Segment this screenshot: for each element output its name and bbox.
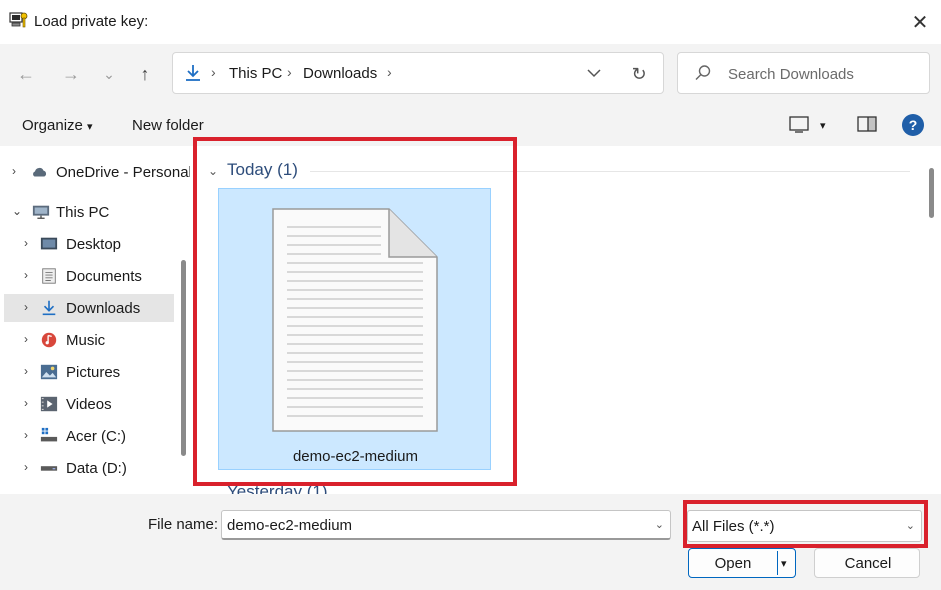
sidebar-item-label: Downloads [66, 300, 141, 317]
chevron-right-icon[interactable]: › [24, 300, 34, 314]
recent-locations-button[interactable]: ⌄ [96, 61, 122, 87]
chevron-down-icon: ▾ [87, 121, 93, 133]
chevron-right-icon[interactable]: › [24, 268, 34, 282]
search-icon [695, 65, 711, 80]
back-button[interactable]: ← [13, 61, 39, 87]
music-icon [41, 332, 57, 348]
chevron-right-icon[interactable]: › [24, 460, 34, 474]
sidebar-item-downloads[interactable]: › Downloads [4, 294, 174, 322]
breadcrumb-downloads[interactable]: Downloads [303, 65, 377, 82]
title-bar: Load private key: ✕ [0, 0, 941, 44]
help-icon: ? [908, 117, 918, 133]
putty-key-icon [9, 12, 28, 28]
chevron-down-icon[interactable]: ⌄ [655, 518, 664, 531]
computer-icon [32, 205, 50, 219]
sidebar-item-label: Acer (C:) [66, 428, 126, 445]
filename-value[interactable]: demo-ec2-medium [227, 517, 352, 534]
sidebar-scrollbar[interactable] [181, 260, 186, 456]
desktop-icon [40, 237, 58, 250]
close-icon: ✕ [911, 11, 929, 34]
forward-button[interactable]: → [58, 61, 84, 87]
sidebar-item-label: Pictures [66, 364, 121, 381]
drive-icon [40, 466, 58, 471]
breadcrumb-this-pc[interactable]: This PC [229, 65, 282, 82]
sidebar-item-label: Desktop [66, 236, 122, 253]
open-button-label: Open [714, 555, 752, 572]
documents-icon [42, 268, 56, 284]
sidebar-item-label: Data (D:) [66, 460, 127, 477]
sidebar-item-onedrive[interactable]: › OneDrive - Personal [4, 158, 192, 186]
sidebar-item-videos[interactable]: › Videos [4, 390, 174, 418]
search-placeholder: Search Downloads [728, 66, 854, 83]
chevron-down-icon [587, 69, 601, 78]
chevron-down-icon[interactable]: ▾ [820, 119, 826, 132]
chevron-down-icon: ⌄ [103, 65, 115, 82]
view-options-button[interactable] [789, 116, 809, 137]
window-title: Load private key: [34, 13, 149, 30]
drive-icon [40, 427, 58, 442]
preview-pane-button[interactable] [857, 116, 877, 135]
filename-input[interactable]: demo-ec2-medium ⌄ [221, 510, 671, 540]
navigation-pane: › OneDrive - Personal ⌄ This PC › Deskto… [0, 146, 192, 494]
open-button[interactable]: Open ▾ [688, 548, 796, 578]
sidebar-item-label: Music [66, 332, 106, 349]
sidebar-item-pictures[interactable]: › Pictures [4, 358, 174, 386]
breadcrumb-separator: › [387, 64, 392, 80]
pictures-icon [40, 364, 58, 380]
highlight-box-filter [683, 500, 928, 548]
chevron-down-icon[interactable]: ⌄ [12, 204, 22, 218]
sidebar-item-label: This PC [56, 204, 110, 221]
sidebar-item-label: OneDrive - Personal [56, 164, 192, 181]
sidebar-item-music[interactable]: › Music [4, 326, 174, 354]
address-bar[interactable]: › This PC › Downloads › ↻ [172, 52, 664, 94]
content-scrollbar[interactable] [922, 146, 941, 494]
highlight-box-file [193, 137, 517, 486]
cloud-icon [33, 167, 47, 177]
help-button[interactable]: ? [902, 114, 924, 136]
refresh-button[interactable]: ↻ [627, 62, 651, 86]
sidebar-item-data-d[interactable]: › Data (D:) [4, 454, 174, 482]
chevron-right-icon[interactable]: › [12, 164, 22, 178]
sidebar-item-label: Videos [66, 396, 112, 413]
scrollbar-thumb[interactable] [929, 168, 934, 218]
filename-label: File name: [148, 516, 219, 533]
organize-label: Organize [22, 117, 83, 134]
new-folder-button[interactable]: New folder [132, 117, 204, 134]
sidebar-item-documents[interactable]: › Documents [4, 262, 174, 290]
address-dropdown-button[interactable] [583, 63, 605, 83]
chevron-down-icon[interactable]: ▾ [781, 557, 787, 570]
view-icon [789, 116, 809, 133]
sidebar-item-label: Documents [66, 268, 142, 285]
up-arrow-icon: ↑ [140, 63, 150, 84]
search-box[interactable]: Search Downloads [677, 52, 930, 94]
cancel-button-label: Cancel [844, 555, 892, 572]
organize-button[interactable]: Organize ▾ [22, 117, 93, 134]
chevron-right-icon[interactable]: › [24, 236, 34, 250]
close-button[interactable]: ✕ [906, 8, 934, 36]
chevron-right-icon[interactable]: › [24, 332, 34, 346]
refresh-icon: ↻ [631, 63, 647, 84]
breadcrumb-separator: › [211, 64, 216, 80]
cancel-button[interactable]: Cancel [814, 548, 920, 578]
chevron-down-icon[interactable]: ⌄ [208, 486, 218, 494]
chevron-right-icon[interactable]: › [24, 364, 34, 378]
downloads-icon [186, 65, 200, 81]
split-divider [777, 551, 778, 575]
up-button[interactable]: ↑ [132, 61, 158, 87]
chevron-right-icon[interactable]: › [24, 396, 34, 410]
preview-pane-icon [857, 116, 877, 132]
navigation-bar: ← → ⌄ ↑ › This PC › Downloads › ↻ Search… [0, 44, 941, 104]
downloads-icon [42, 300, 56, 316]
back-arrow-icon: ← [17, 63, 35, 84]
sidebar-item-this-pc[interactable]: ⌄ This PC [4, 198, 174, 226]
chevron-right-icon[interactable]: › [24, 428, 34, 442]
breadcrumb-separator: › [287, 64, 292, 80]
sidebar-item-desktop[interactable]: › Desktop [4, 230, 174, 258]
sidebar-item-acer-c[interactable]: › Acer (C:) [4, 422, 174, 450]
videos-icon [40, 396, 58, 412]
forward-arrow-icon: → [62, 63, 80, 84]
